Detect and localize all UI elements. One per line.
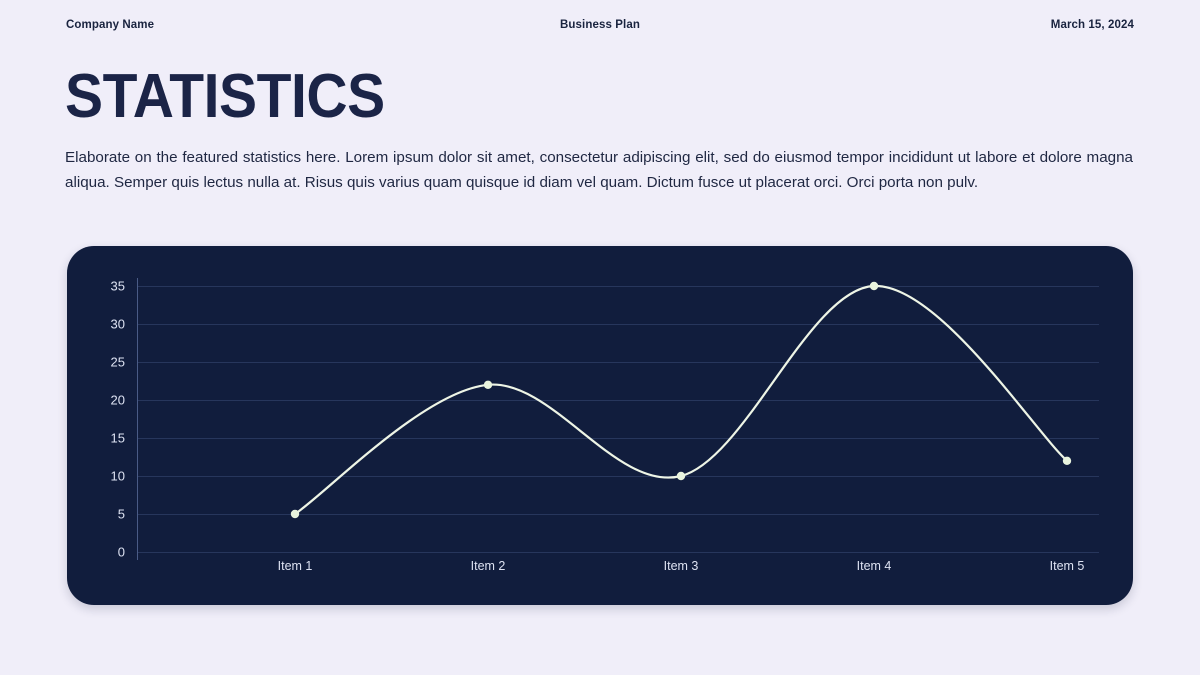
- slide-header: Company Name Business Plan March 15, 202…: [66, 16, 1134, 34]
- chart-data-point[interactable]: [676, 471, 686, 481]
- chart-data-point[interactable]: [483, 380, 493, 389]
- header-document-title: Business Plan: [560, 19, 640, 31]
- chart-x-tick-label: Item 1: [277, 559, 313, 573]
- slide: Company Name Business Plan March 15, 202…: [0, 0, 1200, 675]
- chart-x-tick-label: Item 2: [470, 559, 506, 573]
- chart-data-point[interactable]: [1062, 456, 1072, 465]
- chart-card: 0 5 10 15 20 25 30 35 Item 1 Item 2 Item 3 Item 4I…: [67, 246, 1133, 605]
- chart-x-tick-label: Item 5: [1049, 559, 1085, 573]
- chart-data-point[interactable]: [869, 281, 879, 291]
- line-chart: 0 5 10 15 20 25 30 35 Item 1 Item 2 Item 3 Item 4I…: [67, 246, 1133, 605]
- chart-data-point[interactable]: [290, 509, 300, 519]
- chart-x-tick-label: Item 4: [856, 559, 892, 573]
- page-title: STATISTICS: [65, 62, 385, 131]
- body-paragraph: Elaborate on the featured statistics her…: [65, 149, 1133, 191]
- chart-x-tick-label: Item 3: [663, 559, 699, 573]
- chart-plot-area: [290, 281, 1072, 519]
